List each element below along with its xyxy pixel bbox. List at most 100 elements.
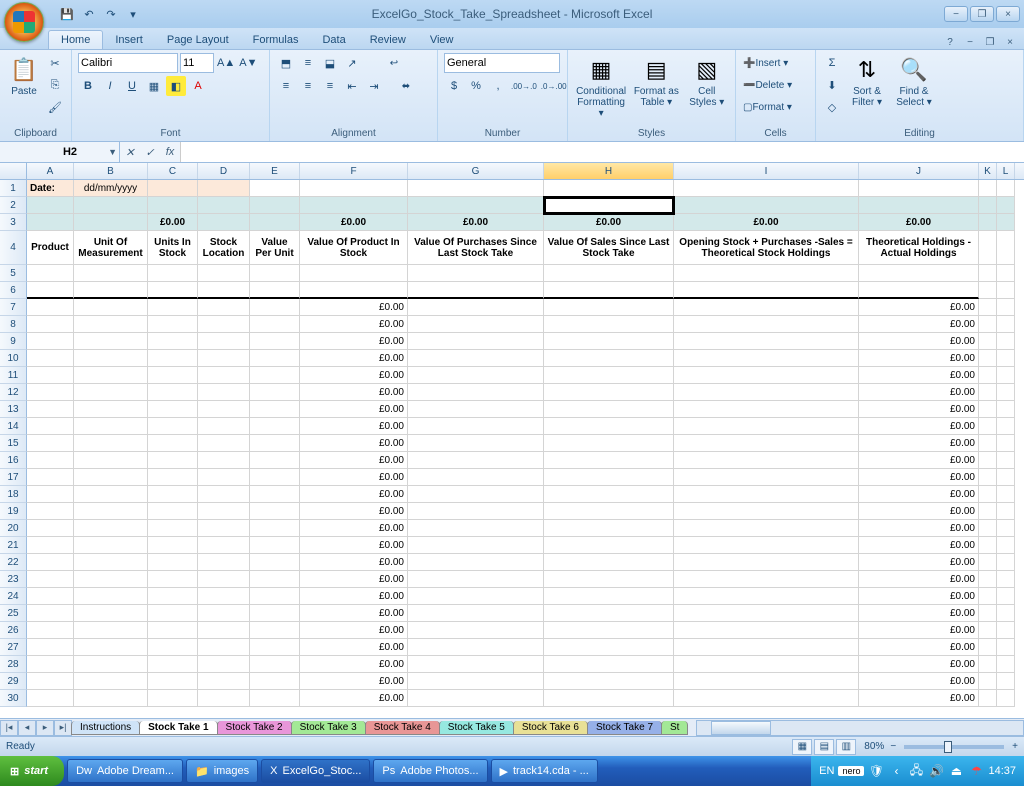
cell[interactable] — [148, 384, 198, 401]
number-format-select[interactable] — [444, 53, 560, 73]
cell[interactable] — [27, 673, 74, 690]
cell[interactable] — [544, 299, 674, 316]
cell[interactable] — [979, 384, 997, 401]
col-header-E[interactable]: E — [250, 163, 300, 179]
save-icon[interactable]: 💾 — [58, 5, 76, 23]
cell[interactable] — [74, 690, 148, 707]
cell[interactable] — [27, 656, 74, 673]
cell[interactable] — [544, 622, 674, 639]
cell[interactable] — [198, 588, 250, 605]
cell[interactable] — [74, 418, 148, 435]
cell[interactable] — [250, 452, 300, 469]
format-painter-button[interactable]: 🖌 — [45, 97, 65, 117]
cell[interactable] — [27, 333, 74, 350]
cell[interactable] — [979, 333, 997, 350]
cell[interactable] — [408, 690, 544, 707]
increase-indent-button[interactable]: ⇥ — [364, 76, 384, 96]
row-header[interactable]: 10 — [0, 350, 27, 367]
cell[interactable]: £0.00 — [148, 214, 198, 231]
col-header-I[interactable]: I — [674, 163, 859, 179]
insert-cells-button[interactable]: ➕ Insert ▾ — [742, 53, 812, 73]
enter-fx-icon[interactable]: ✓ — [140, 146, 160, 159]
cell[interactable] — [674, 401, 859, 418]
cell[interactable] — [544, 180, 674, 197]
cell[interactable]: £0.00 — [300, 605, 408, 622]
cell[interactable] — [997, 520, 1015, 537]
sheet-tab[interactable]: Stock Take 6 — [513, 721, 588, 735]
autosum-button[interactable]: Σ — [822, 53, 842, 73]
cell[interactable] — [997, 367, 1015, 384]
cell[interactable] — [198, 384, 250, 401]
cell[interactable] — [997, 401, 1015, 418]
cell[interactable] — [408, 333, 544, 350]
cell[interactable] — [674, 554, 859, 571]
cell[interactable] — [148, 554, 198, 571]
cell[interactable]: £0.00 — [674, 214, 859, 231]
cancel-fx-icon[interactable]: ✕ — [120, 146, 140, 159]
col-header-G[interactable]: G — [408, 163, 544, 179]
decrease-decimal-button[interactable]: .0→.00 — [540, 76, 568, 96]
cell[interactable]: £0.00 — [300, 435, 408, 452]
tab-insert[interactable]: Insert — [103, 31, 155, 49]
cell[interactable] — [997, 503, 1015, 520]
cell[interactable] — [27, 588, 74, 605]
italic-button[interactable]: I — [100, 76, 120, 96]
cell[interactable] — [674, 520, 859, 537]
cell[interactable] — [997, 605, 1015, 622]
row-header[interactable]: 23 — [0, 571, 27, 588]
cell[interactable] — [148, 520, 198, 537]
view-layout-button[interactable]: ▤ — [814, 739, 834, 755]
cell[interactable]: Value Of Sales Since Last Stock Take — [544, 231, 674, 265]
cell[interactable]: £0.00 — [300, 520, 408, 537]
cell[interactable]: £0.00 — [300, 418, 408, 435]
cell[interactable] — [74, 588, 148, 605]
row-header[interactable]: 27 — [0, 639, 27, 656]
cell[interactable] — [27, 214, 74, 231]
cell[interactable] — [674, 180, 859, 197]
col-header-J[interactable]: J — [859, 163, 979, 179]
col-header-D[interactable]: D — [198, 163, 250, 179]
fill-color-button[interactable]: ◧ — [166, 76, 186, 96]
cell[interactable] — [27, 605, 74, 622]
cell[interactable] — [979, 588, 997, 605]
cell[interactable] — [250, 180, 300, 197]
cell[interactable] — [198, 605, 250, 622]
cell[interactable] — [408, 469, 544, 486]
cell[interactable]: £0.00 — [859, 401, 979, 418]
cell[interactable] — [74, 469, 148, 486]
cell[interactable] — [198, 265, 250, 282]
sheet-tab[interactable]: Stock Take 7 — [587, 721, 662, 735]
cell[interactable] — [544, 656, 674, 673]
cell[interactable] — [674, 282, 859, 299]
sheet-tab[interactable]: Stock Take 2 — [217, 721, 292, 735]
cell[interactable]: Opening Stock + Purchases -Sales = Theor… — [674, 231, 859, 265]
cell[interactable] — [198, 503, 250, 520]
cell[interactable] — [408, 554, 544, 571]
cell[interactable] — [27, 503, 74, 520]
row-header[interactable]: 11 — [0, 367, 27, 384]
cell[interactable] — [674, 452, 859, 469]
cell[interactable]: £0.00 — [300, 486, 408, 503]
cell[interactable] — [544, 520, 674, 537]
cell[interactable] — [198, 350, 250, 367]
cell[interactable] — [674, 435, 859, 452]
cell[interactable] — [674, 486, 859, 503]
cell[interactable] — [74, 486, 148, 503]
cell[interactable]: £0.00 — [859, 605, 979, 622]
sheet-nav-prev[interactable]: ◂ — [18, 720, 36, 736]
cell[interactable] — [27, 622, 74, 639]
cell[interactable] — [148, 452, 198, 469]
cell[interactable] — [148, 486, 198, 503]
cell[interactable] — [74, 452, 148, 469]
tab-formulas[interactable]: Formulas — [241, 31, 311, 49]
cell[interactable] — [979, 435, 997, 452]
cell[interactable] — [408, 605, 544, 622]
tray-network-icon[interactable]: 🖧 — [908, 763, 924, 779]
cell[interactable] — [997, 384, 1015, 401]
delete-cells-button[interactable]: ➖ Delete ▾ — [742, 75, 812, 95]
cell[interactable] — [198, 673, 250, 690]
cell[interactable] — [148, 435, 198, 452]
copy-button[interactable]: ⎘ — [45, 75, 65, 95]
paste-button[interactable]: 📋 Paste — [6, 53, 42, 100]
cell[interactable] — [997, 180, 1015, 197]
